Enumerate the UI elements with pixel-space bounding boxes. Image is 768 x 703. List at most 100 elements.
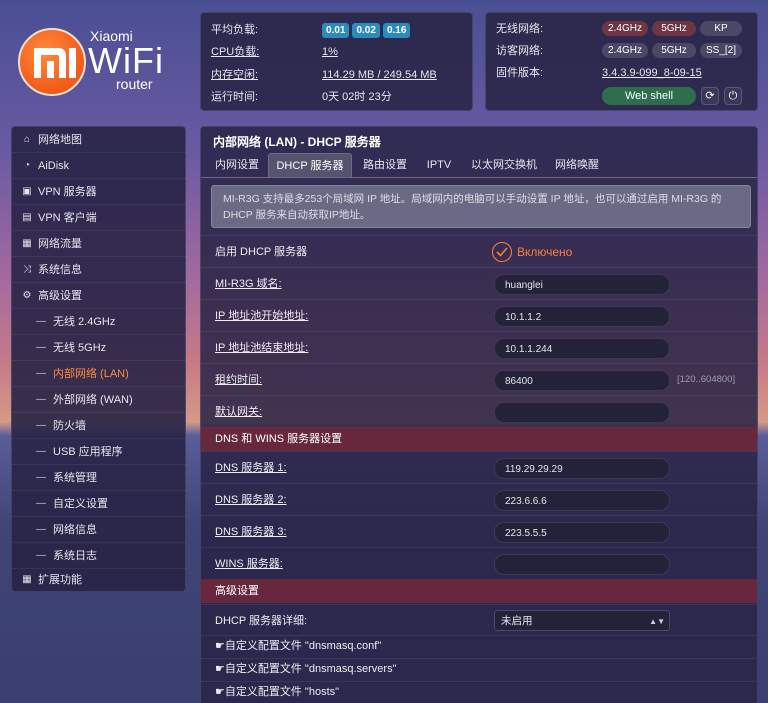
sidebar-item-label: AiDisk	[38, 160, 70, 172]
sidebar-sub-admin[interactable]: — 系统管理	[12, 465, 187, 491]
guest-24-pill[interactable]: 2.4GHz	[602, 43, 648, 58]
pool-end-row: IP 地址池结束地址: 10.1.1.244	[201, 331, 757, 363]
dns-section-header: DNS 和 WINS 服务器设置	[201, 427, 757, 451]
gateway-input[interactable]	[494, 402, 670, 423]
dns2-label: DNS 服务器 2:	[215, 494, 287, 506]
custom-file-hosts[interactable]: ☛自定义配置文件 "hosts"	[215, 681, 339, 703]
mi-logo-circle	[18, 28, 86, 96]
traffic-icon: ▦	[22, 238, 32, 249]
sidebar-sub-wireless-24[interactable]: — 无线 2.4GHz	[12, 309, 187, 335]
dns3-label: DNS 服务器 3:	[215, 526, 287, 538]
guest-ss-pill[interactable]: SS_[2]	[700, 43, 742, 58]
sidebar-item-label: VPN 服务器	[38, 186, 97, 198]
tab-routing[interactable]: 路由设置	[357, 153, 413, 177]
custom-file-dnsmasq-servers[interactable]: ☛自定义配置文件 "dnsmasq.servers"	[215, 658, 397, 680]
select-arrows-icon: ▲▼	[649, 617, 665, 626]
custom-file-label: 自定义配置文件 "dnsmasq.conf"	[224, 640, 382, 652]
sidebar-sub-usb[interactable]: — USB 应用程序	[12, 439, 187, 465]
pool-start-input[interactable]: 10.1.1.2	[494, 306, 670, 327]
dns1-row: DNS 服务器 1: 119.29.29.29	[201, 451, 757, 483]
dash-icon: —	[36, 316, 46, 327]
sidebar-item-label: VPN 客户端	[38, 212, 97, 224]
page-title: 内部网络 (LAN) - DHCP 服务器	[213, 135, 381, 149]
sidebar-item-network-map[interactable]: ⌂ 网络地图	[12, 127, 187, 153]
pool-end-input[interactable]: 10.1.1.244	[494, 338, 670, 359]
domain-label: MI-R3G 域名:	[215, 278, 282, 290]
sidebar-item-advanced[interactable]: ⚙ 高级设置	[12, 283, 187, 309]
cpu-value[interactable]: 1%	[322, 43, 338, 61]
lease-time-row: 租约时间: 86400 [120..604800]	[201, 363, 757, 395]
system-status-panel: 平均负载: 0.01 0.02 0.16 CPU负载: 1% 内存空闲: 114.2…	[200, 12, 473, 111]
uptime-value: 0天 02时 23分	[322, 91, 392, 103]
sidebar-item-vpn-client[interactable]: ▤ VPN 客户端	[12, 205, 187, 231]
sidebar-item-traffic[interactable]: ▦ 网络流量	[12, 231, 187, 257]
wireless-24-pill[interactable]: 2.4GHz	[602, 21, 648, 36]
sidebar-sub-syslog[interactable]: — 系统日志	[12, 543, 187, 569]
sidebar: ⌂ 网络地图 ◔ AiDisk ▣ VPN 服务器 ▤ VPN 客户端 ▦ 网络流量 ⤨ 系…	[11, 126, 187, 593]
dash-icon: —	[36, 524, 46, 535]
load-label: 平均负载:	[211, 24, 259, 36]
dash-icon: —	[36, 498, 46, 509]
sidebar-sub-label: 网络信息	[53, 524, 97, 536]
dns1-input[interactable]: 119.29.29.29	[494, 458, 670, 479]
domain-row: MI-R3G 域名: huanglei	[201, 267, 757, 299]
tab-switch[interactable]: 以太网交换机	[465, 153, 543, 177]
firmware-value[interactable]: 3.4.3.9-099_8-09-15	[602, 64, 702, 82]
cpu-label: CPU负载:	[211, 46, 260, 58]
custom-file-dnsmasq-conf[interactable]: ☛自定义配置文件 "dnsmasq.conf"	[215, 635, 381, 657]
wireless-5-pill[interactable]: 5GHz	[652, 21, 696, 36]
gateway-label: 默认网关:	[215, 406, 263, 418]
enabled-check-icon[interactable]	[492, 242, 512, 262]
dhcp-detail-select[interactable]: 未启用 ▲▼	[494, 610, 670, 631]
web-shell-button[interactable]: Web shell	[602, 87, 696, 105]
dns3-input[interactable]: 223.5.5.5	[494, 522, 670, 543]
tab-dhcp-server[interactable]: DHCP 服务器	[268, 153, 352, 177]
pool-start-row: IP 地址池开始地址: 10.1.1.2	[201, 299, 757, 331]
load-15m: 0.16	[382, 23, 411, 38]
power-icon[interactable]: ⏻	[724, 87, 742, 105]
guest-5-pill[interactable]: 5GHz	[652, 43, 696, 58]
hand-pointer-icon: ☛	[215, 686, 225, 698]
uptime-label: 运行时间:	[211, 91, 259, 103]
load-5m: 0.02	[352, 23, 380, 38]
sidebar-sub-net-info[interactable]: — 网络信息	[12, 517, 187, 543]
sidebar-sub-custom[interactable]: — 自定义设置	[12, 491, 187, 517]
wins-row: WINS 服务器:	[201, 547, 757, 579]
sidebar-item-system-info[interactable]: ⤨ 系统信息	[12, 257, 187, 283]
sidebar-sub-label: USB 应用程序	[53, 446, 123, 458]
mem-value[interactable]: 114.29 MB / 249.54 MB	[322, 66, 437, 84]
wireless-kp-pill[interactable]: KP	[700, 21, 742, 36]
sidebar-item-extensions[interactable]: ▦ 扩展功能	[12, 567, 187, 593]
sidebar-sub-lan[interactable]: — 内部网络 (LAN)	[12, 361, 187, 387]
tab-lan-settings[interactable]: 内网设置	[207, 153, 267, 177]
dash-icon: —	[36, 342, 46, 353]
lease-time-input[interactable]: 86400	[494, 370, 670, 391]
load-values: 0.01 0.02 0.16	[322, 21, 413, 39]
wins-input[interactable]	[494, 554, 670, 575]
dns2-input[interactable]: 223.6.6.6	[494, 490, 670, 511]
sidebar-sub-firewall[interactable]: — 防火墙	[12, 413, 187, 439]
refresh-icon[interactable]: ⟳	[701, 87, 719, 105]
pool-start-label: IP 地址池开始地址:	[215, 310, 309, 322]
enabled-state-text[interactable]: Включено	[517, 236, 572, 268]
wins-label: WINS 服务器:	[215, 558, 283, 570]
domain-input[interactable]: huanglei	[494, 274, 670, 295]
sidebar-item-label: 扩展功能	[38, 574, 82, 586]
sidebar-item-vpn-server[interactable]: ▣ VPN 服务器	[12, 179, 187, 205]
sidebar-item-aidisk[interactable]: ◔ AiDisk	[12, 153, 187, 179]
sidebar-sub-label: 系统管理	[53, 472, 97, 484]
info-box: MI-R3G 支持最多253个局域网 IP 地址。局域网内的电脑可以手动设置 I…	[211, 185, 751, 228]
custom-file-label: 自定义配置文件 "hosts"	[224, 686, 340, 698]
mem-label: 内存空闲:	[211, 69, 259, 81]
sidebar-sub-wan[interactable]: — 外部网络 (WAN)	[12, 387, 187, 413]
dash-icon: —	[36, 394, 46, 405]
sidebar-sub-label: 无线 2.4GHz	[53, 316, 116, 328]
load-1m: 0.01	[322, 23, 350, 38]
sidebar-item-label: 网络流量	[38, 238, 82, 250]
main-panel: 内部网络 (LAN) - DHCP 服务器 内网设置 DHCP 服务器 路由设置…	[200, 126, 758, 703]
tab-wol[interactable]: 网络唤醒	[549, 153, 605, 177]
sidebar-sub-wireless-5[interactable]: — 无线 5GHz	[12, 335, 187, 361]
sidebar-sub-label: 自定义设置	[53, 498, 108, 510]
tab-iptv[interactable]: IPTV	[419, 153, 459, 177]
logo-sub-text: router	[116, 76, 153, 92]
